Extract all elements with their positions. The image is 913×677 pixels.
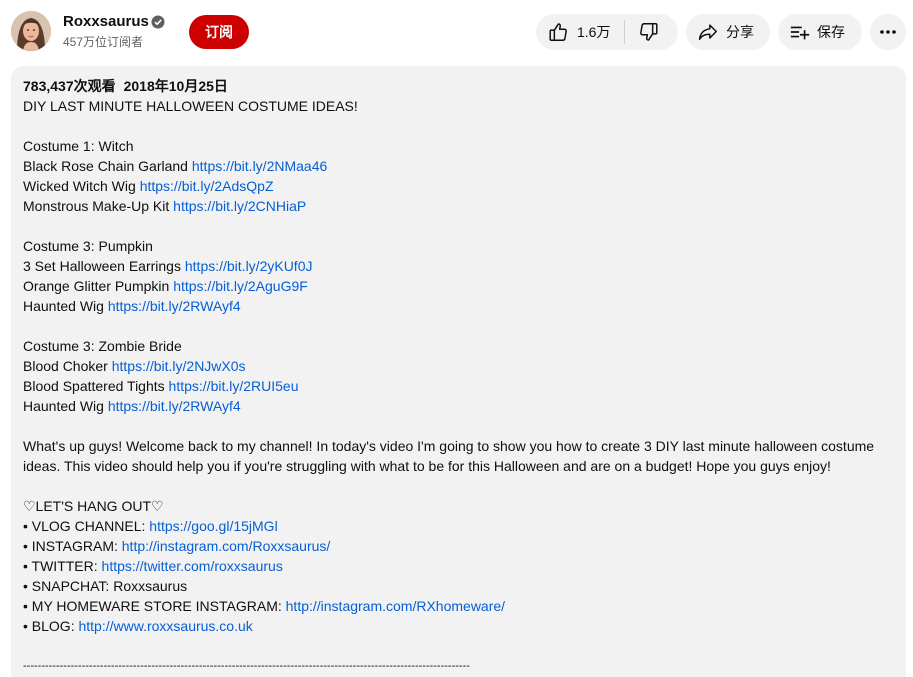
product-link[interactable]: https://bit.ly/2RWAyf4: [108, 398, 241, 414]
product-link[interactable]: https://bit.ly/2CNHiaP: [173, 198, 306, 214]
thumbs-up-icon: [549, 23, 567, 41]
costume-2-title: Costume 3: Pumpkin: [23, 238, 153, 254]
divider-line: ----------------------------------------…: [23, 660, 470, 672]
share-arrow-icon: [698, 24, 717, 41]
playlist-add-icon: [790, 26, 810, 40]
costume-1-title: Costume 1: Witch: [23, 138, 134, 154]
social-link[interactable]: http://instagram.com/RXhomeware/: [286, 598, 505, 614]
list-item: 3 Set Halloween Earrings https://bit.ly/…: [23, 258, 313, 274]
product-link[interactable]: https://bit.ly/2RUI5eu: [169, 378, 299, 394]
list-item: Blood Choker https://bit.ly/2NJwX0s: [23, 358, 246, 374]
dislike-button[interactable]: [625, 14, 673, 50]
share-button[interactable]: 分享: [686, 14, 770, 50]
social-item: • SNAPCHAT: Roxxsaurus: [23, 578, 188, 594]
more-horizontal-icon: [880, 30, 896, 34]
social-item: • TWITTER: https://twitter.com/roxxsauru…: [23, 558, 283, 574]
upload-date: 2018年10月25日: [123, 78, 228, 94]
list-item: Haunted Wig https://bit.ly/2RWAyf4: [23, 298, 241, 314]
social-link[interactable]: http://instagram.com/Roxxsaurus/: [122, 538, 331, 554]
list-item: Haunted Wig https://bit.ly/2RWAyf4: [23, 398, 241, 414]
product-link[interactable]: https://bit.ly/2AguG9F: [173, 278, 308, 294]
list-item: Monstrous Make-Up Kit https://bit.ly/2CN…: [23, 198, 307, 214]
like-button[interactable]: 1.6万: [536, 14, 624, 50]
social-item: • BLOG: http://www.roxxsaurus.co.uk: [23, 618, 253, 634]
subscriber-count: 457万位订阅者: [63, 35, 144, 49]
list-item: Wicked Witch Wig https://bit.ly/2AdsQpZ: [23, 178, 274, 194]
save-button[interactable]: 保存: [778, 14, 862, 50]
share-label: 分享: [726, 24, 754, 40]
description-headline: DIY LAST MINUTE HALLOWEEN COSTUME IDEAS!: [23, 98, 358, 114]
view-count: 783,437次观看: [23, 78, 116, 94]
product-link[interactable]: https://bit.ly/2AdsQpZ: [140, 178, 274, 194]
channel-avatar[interactable]: [11, 11, 51, 51]
product-link[interactable]: https://bit.ly/2NJwX0s: [112, 358, 246, 374]
verified-check-icon: [151, 15, 165, 29]
product-link[interactable]: https://bit.ly/2RWAyf4: [108, 298, 241, 314]
social-link[interactable]: https://goo.gl/15jMGl: [149, 518, 277, 534]
video-owner-bar: Roxxsaurus 457万位订阅者 订阅 1.6万 分享 保存: [0, 0, 913, 62]
hangout-title: ♡LET'S HANG OUT♡: [23, 498, 164, 514]
social-item: • INSTAGRAM: http://instagram.com/Roxxsa…: [23, 538, 331, 554]
view-date-line: 783,437次观看 2018年10月25日: [23, 76, 894, 96]
intro-paragraph: What's up guys! Welcome back to my chann…: [23, 438, 875, 474]
social-link[interactable]: http://www.roxxsaurus.co.uk: [78, 618, 252, 634]
video-description[interactable]: 783,437次观看 2018年10月25日 DIY LAST MINUTE HA…: [11, 66, 906, 677]
more-actions-button[interactable]: [870, 14, 906, 50]
product-link[interactable]: https://bit.ly/2NMaa46: [192, 158, 327, 174]
list-item: Blood Spattered Tights https://bit.ly/2R…: [23, 378, 299, 394]
product-link[interactable]: https://bit.ly/2yKUf0J: [185, 258, 313, 274]
costume-3-title: Costume 3: Zombie Bride: [23, 338, 182, 354]
subscribe-button[interactable]: 订阅: [189, 15, 249, 49]
thumbs-down-icon: [640, 23, 658, 41]
social-item: • VLOG CHANNEL: https://goo.gl/15jMGl: [23, 518, 278, 534]
like-dislike-group: 1.6万: [536, 14, 678, 50]
channel-name[interactable]: Roxxsaurus: [63, 12, 149, 32]
like-count: 1.6万: [577, 24, 611, 40]
social-item: • MY HOMEWARE STORE INSTAGRAM: http://in…: [23, 598, 506, 614]
save-label: 保存: [817, 24, 845, 40]
list-item: Orange Glitter Pumpkin https://bit.ly/2A…: [23, 278, 308, 294]
list-item: Black Rose Chain Garland https://bit.ly/…: [23, 158, 328, 174]
social-link[interactable]: https://twitter.com/roxxsaurus: [102, 558, 283, 574]
